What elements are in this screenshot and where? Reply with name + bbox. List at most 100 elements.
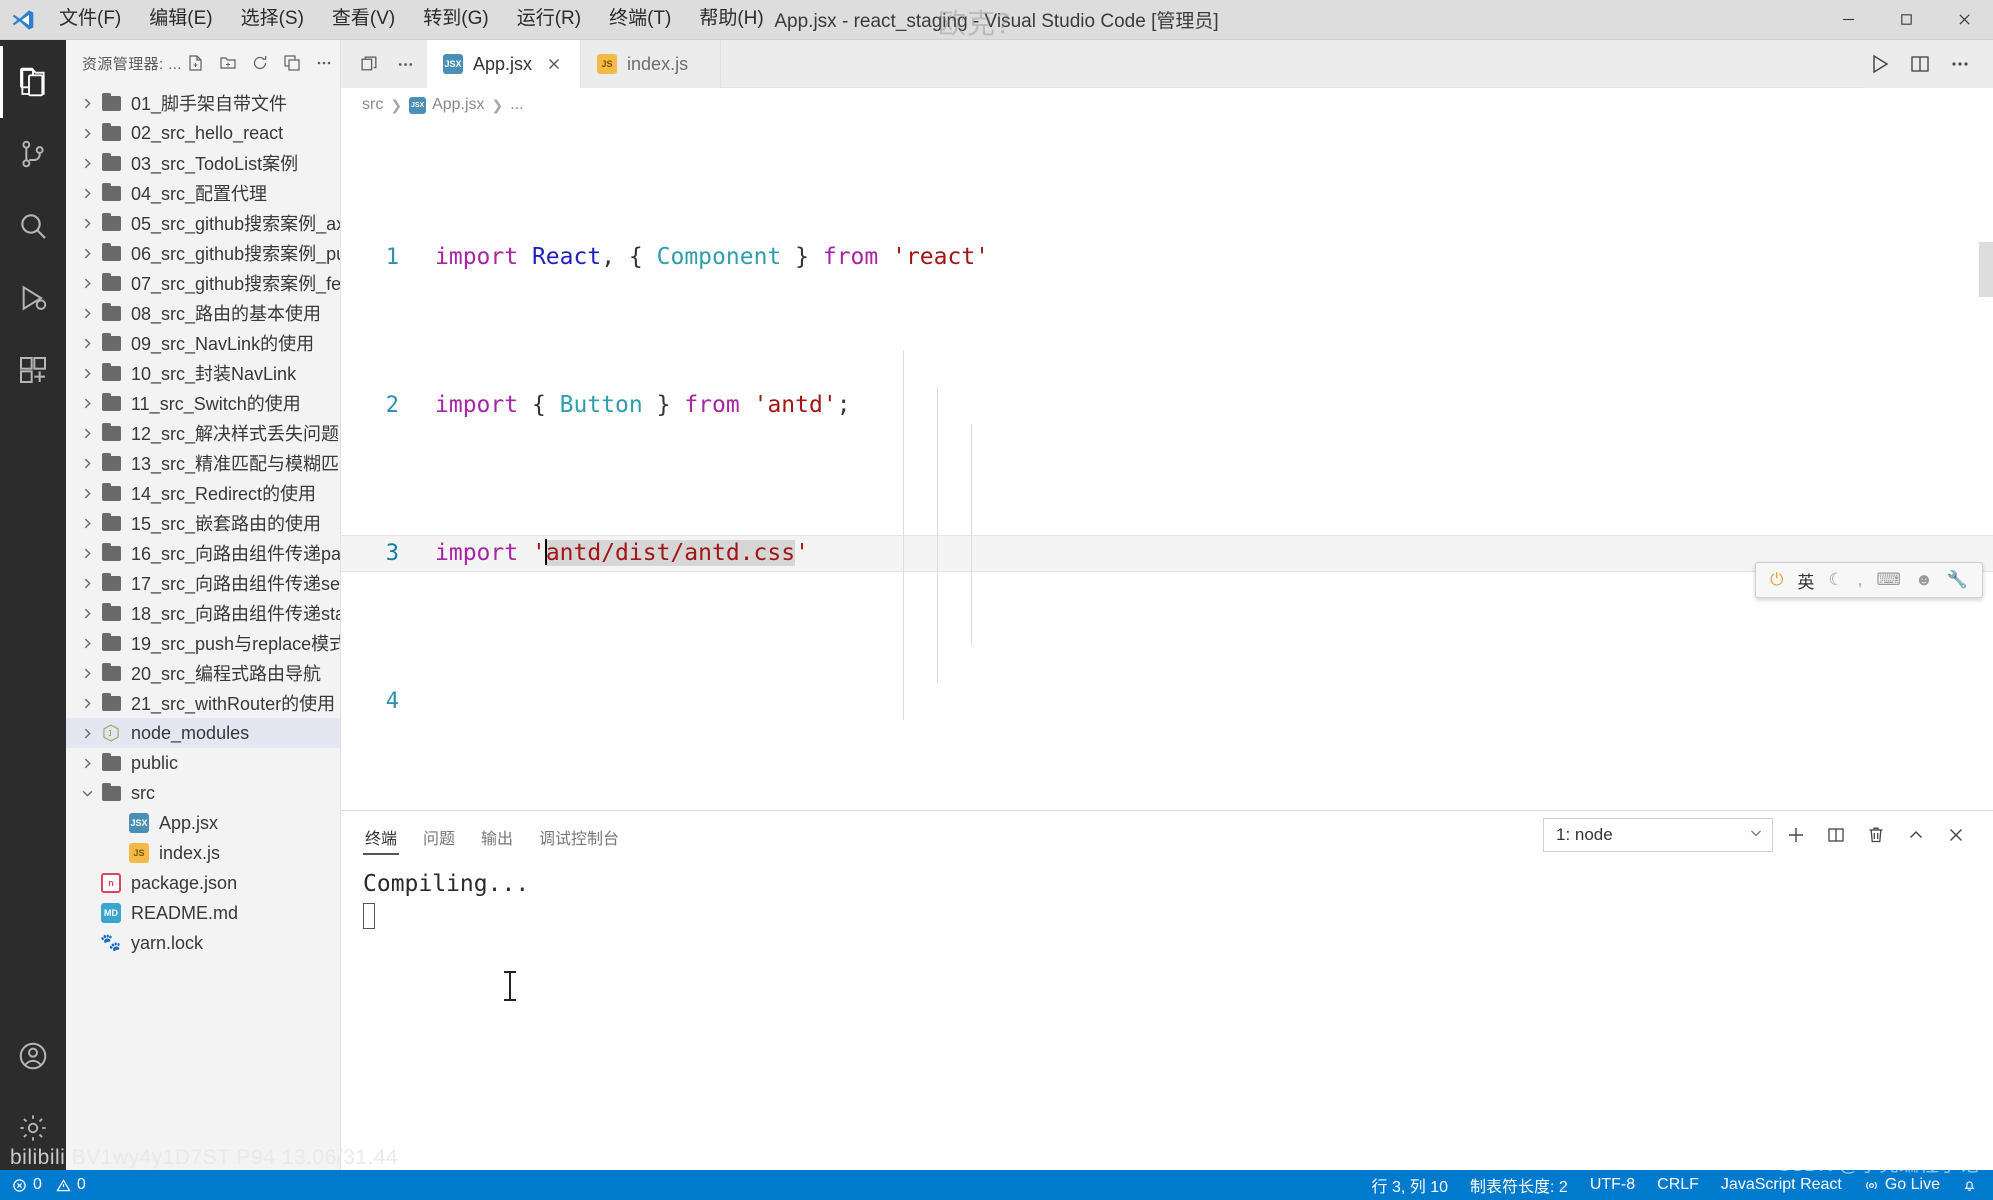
chevron-right-icon[interactable] <box>76 127 98 140</box>
menu-edit[interactable]: 编辑(E) <box>136 4 225 35</box>
status-language-mode[interactable]: JavaScript React <box>1721 1176 1842 1194</box>
tree-item[interactable]: 19_src_push与replace模式 <box>66 628 340 658</box>
close-panel-icon[interactable] <box>1939 818 1973 852</box>
menu-selection[interactable]: 选择(S) <box>228 4 317 35</box>
refresh-icon[interactable] <box>246 49 275 78</box>
tab-index-js[interactable]: JS index.js <box>581 40 722 88</box>
ime-power-icon[interactable]: ⏻ <box>1770 570 1783 590</box>
chevron-right-icon[interactable] <box>76 547 98 560</box>
activity-search-icon[interactable] <box>0 190 66 262</box>
panel-tab-terminal[interactable]: 终端 <box>363 825 400 855</box>
activity-extensions-icon[interactable] <box>0 334 66 406</box>
chevron-right-icon[interactable] <box>76 217 98 230</box>
status-indentation[interactable]: 制表符长度: 2 <box>1470 1173 1568 1197</box>
breadcrumb-symbols[interactable]: ... <box>510 96 523 114</box>
activity-accounts-icon[interactable] <box>0 1020 66 1092</box>
status-encoding[interactable]: UTF-8 <box>1590 1176 1635 1194</box>
tree-item[interactable]: 05_src_github搜索案例_axios <box>66 208 340 238</box>
editor-more-ellipsis-icon[interactable] <box>1943 47 1977 81</box>
status-problems[interactable]: 0 0 <box>12 1176 86 1194</box>
collapse-all-icon[interactable] <box>278 49 307 78</box>
tree-item[interactable]: 18_src_向路由组件传递state参数 <box>66 598 340 628</box>
tree-item[interactable]: 🐾 yarn.lock <box>66 928 340 958</box>
chevron-right-icon[interactable] <box>76 637 98 650</box>
minimize-button[interactable] <box>1819 0 1877 39</box>
new-folder-icon[interactable] <box>214 49 243 78</box>
tree-item[interactable]: 13_src_精准匹配与模糊匹配 <box>66 448 340 478</box>
tree-item[interactable]: 15_src_嵌套路由的使用 <box>66 508 340 538</box>
chevron-right-icon[interactable] <box>76 187 98 200</box>
kill-terminal-trash-icon[interactable] <box>1859 818 1893 852</box>
tree-item[interactable]: 10_src_封装NavLink <box>66 358 340 388</box>
editor-scrollbar-thumb[interactable] <box>1979 242 1993 297</box>
tree-item[interactable]: MD README.md <box>66 898 340 928</box>
new-file-icon[interactable] <box>182 49 211 78</box>
tree-item[interactable]: 09_src_NavLink的使用 <box>66 328 340 358</box>
activity-source-control-icon[interactable] <box>0 118 66 190</box>
file-tree[interactable]: 01_脚手架自带文件 02_src_hello_react 03_src_TodoL… <box>66 86 340 1170</box>
activity-explorer-icon[interactable] <box>0 46 66 118</box>
chevron-right-icon[interactable] <box>76 757 98 770</box>
menu-terminal[interactable]: 终端(T) <box>596 4 684 35</box>
panel-tab-debug-console[interactable]: 调试控制台 <box>537 825 621 855</box>
tree-item[interactable]: 14_src_Redirect的使用 <box>66 478 340 508</box>
chevron-right-icon[interactable] <box>76 337 98 350</box>
split-editor-right-icon[interactable] <box>1903 47 1937 81</box>
menu-go[interactable]: 转到(G) <box>410 4 501 35</box>
chevron-right-icon[interactable] <box>76 247 98 260</box>
terminal-output[interactable]: Compiling... <box>341 859 1993 1170</box>
tree-item[interactable]: JSX App.jsx <box>66 808 340 838</box>
tree-item[interactable]: 04_src_配置代理 <box>66 178 340 208</box>
chevron-right-icon[interactable] <box>76 607 98 620</box>
tree-item[interactable]: 03_src_TodoList案例 <box>66 148 340 178</box>
status-notifications-bell-icon[interactable] <box>1962 1178 1977 1193</box>
tree-item[interactable]: 12_src_解决样式丢失问题 <box>66 418 340 448</box>
tab-close-icon[interactable] <box>542 52 566 76</box>
tree-item[interactable]: 20_src_编程式路由导航 <box>66 658 340 688</box>
tree-item[interactable]: 11_src_Switch的使用 <box>66 388 340 418</box>
maximize-panel-chevron-up-icon[interactable] <box>1899 818 1933 852</box>
menu-run[interactable]: 运行(R) <box>504 4 594 35</box>
menu-view[interactable]: 查看(V) <box>319 4 408 35</box>
status-eol[interactable]: CRLF <box>1657 1176 1699 1194</box>
maximize-button[interactable] <box>1877 0 1935 39</box>
chevron-right-icon[interactable] <box>76 427 98 440</box>
chevron-right-icon[interactable] <box>76 277 98 290</box>
chevron-right-icon[interactable] <box>76 157 98 170</box>
panel-tab-problems[interactable]: 问题 <box>421 825 457 855</box>
chevron-right-icon[interactable] <box>76 307 98 320</box>
chevron-right-icon[interactable] <box>76 697 98 710</box>
chevron-right-icon[interactable] <box>76 577 98 590</box>
ime-keyboard-icon[interactable]: ⌨ <box>1876 570 1901 590</box>
menu-file[interactable]: 文件(F) <box>46 4 134 35</box>
run-code-play-icon[interactable] <box>1863 47 1897 81</box>
ime-comma-icon[interactable]: , <box>1858 570 1863 590</box>
chevron-right-icon[interactable] <box>76 727 98 740</box>
tree-item[interactable]: 21_src_withRouter的使用 <box>66 688 340 718</box>
tree-item[interactable]: n package.json <box>66 868 340 898</box>
chevron-right-icon[interactable] <box>76 457 98 470</box>
editor-ellipsis-icon[interactable] <box>389 48 421 80</box>
chevron-right-icon[interactable] <box>76 487 98 500</box>
explorer-ellipsis-icon[interactable] <box>310 49 339 78</box>
panel-tab-output[interactable]: 输出 <box>479 825 515 855</box>
tree-item[interactable]: public <box>66 748 340 778</box>
tree-item[interactable]: 17_src_向路由组件传递search参数 <box>66 568 340 598</box>
tree-item[interactable]: 16_src_向路由组件传递params参数 <box>66 538 340 568</box>
chevron-right-icon[interactable] <box>76 517 98 530</box>
status-cursor-position[interactable]: 行 3, 列 10 <box>1372 1173 1448 1197</box>
chevron-down-icon[interactable] <box>76 787 98 800</box>
close-button[interactable] <box>1935 0 1993 39</box>
status-go-live[interactable]: Go Live <box>1864 1176 1940 1194</box>
ime-moon-icon[interactable]: ☾ <box>1828 570 1843 590</box>
tree-item[interactable]: JS index.js <box>66 838 340 868</box>
activity-run-debug-icon[interactable] <box>0 262 66 334</box>
chevron-right-icon[interactable] <box>76 97 98 110</box>
chevron-right-icon[interactable] <box>76 667 98 680</box>
tree-item[interactable]: src <box>66 778 340 808</box>
tree-item[interactable]: node_modules <box>66 718 340 748</box>
tab-app-jsx[interactable]: JSX App.jsx <box>427 40 582 88</box>
ime-floating-bar[interactable]: ⏻ 英 ☾ , ⌨ ☻ 🔧 <box>1754 562 1983 598</box>
new-terminal-plus-icon[interactable] <box>1779 818 1813 852</box>
tree-item[interactable]: 06_src_github搜索案例_pubsub <box>66 238 340 268</box>
